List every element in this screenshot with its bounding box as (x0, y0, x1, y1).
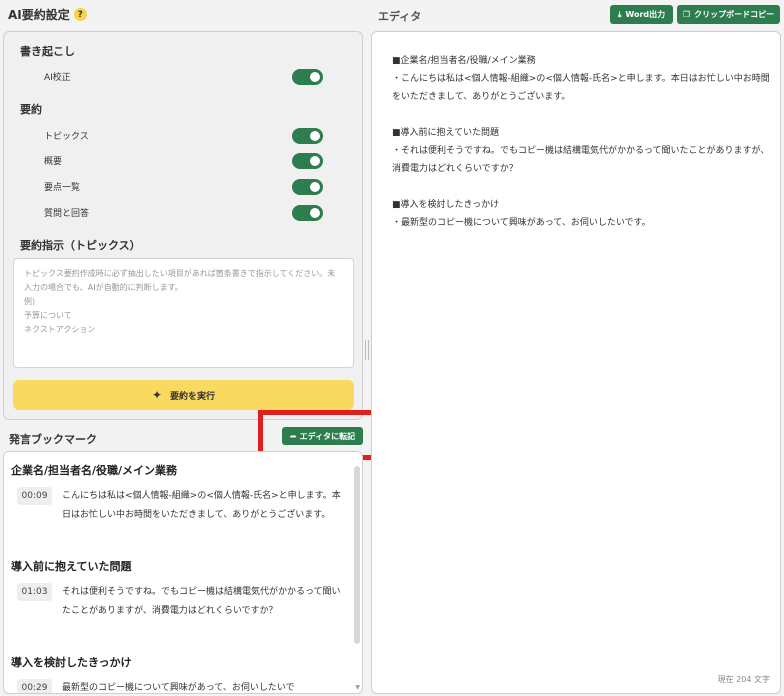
editor-panel[interactable]: ■企業名/担当者名/役職/メイン業務 ・こんにちは私は<個人情報-組織>の<個人… (371, 31, 781, 694)
toggle-knob (310, 72, 320, 82)
settings-title-text: AI要約設定 (8, 8, 70, 22)
summary-topics-label: トピックス (44, 132, 89, 142)
timestamp-badge[interactable]: 00:09 (17, 487, 52, 505)
bookmark-text: 最新型のコピー機について興味があって、お伺いしたいで (62, 683, 295, 693)
bookmark-heading: 導入を検討したきっかけ (11, 656, 132, 669)
magic-wand-icon: ✦ (151, 388, 163, 402)
toggle-knob (310, 156, 320, 166)
toggle-knob (310, 208, 320, 218)
toggle-knob (310, 182, 320, 192)
scroll-down-icon[interactable]: ▼ (355, 684, 360, 691)
instruction-textarea[interactable]: トピックス要約作成時に必ず抽出したい項目があれば箇条書きで指示してください。未入… (13, 258, 354, 368)
clipboard-copy-label: クリップボードコピー (694, 10, 775, 19)
scrollbar[interactable]: ▼ (353, 456, 360, 691)
bookmark-entry[interactable]: 01:03 それは便利そうですね。でもコピー機は結構電気代がかかるって聞いたこと… (11, 583, 351, 621)
bookmark-section: 導入を検討したきっかけ 00:29 最新型のコピー機について興味があって、お伺い… (11, 654, 351, 693)
settings-title: AI要約設定 ? (8, 6, 87, 23)
bookmarks-title: 発言ブックマーク (9, 433, 97, 446)
bookmark-entry[interactable]: 00:09 こんにちは私は<個人情報-組織>の<個人情報-氏名>と申します。本日… (11, 487, 351, 525)
run-summary-label: 要約を実行 (170, 391, 216, 402)
ai-proofread-toggle[interactable] (292, 69, 323, 85)
copy-icon: ❐ (682, 10, 691, 19)
bookmark-section: 企業名/担当者名/役職/メイン業務 00:09 こんにちは私は<個人情報-組織>… (11, 462, 351, 525)
timestamp-badge[interactable]: 00:29 (17, 679, 52, 693)
summary-keypoints-toggle[interactable] (292, 179, 323, 195)
summary-overview-label: 概要 (44, 157, 63, 167)
word-export-label: Word出力 (625, 10, 666, 19)
bookmark-text: それは便利そうですね。でもコピー機は結構電気代がかかるって聞いたことがありますが… (62, 587, 341, 616)
panel-resize-handle[interactable] (365, 340, 369, 360)
help-icon[interactable]: ? (73, 8, 87, 21)
bookmark-list: 企業名/担当者名/役職/メイン業務 00:09 こんにちは私は<個人情報-組織>… (3, 451, 363, 694)
bookmark-section: 導入前に抱えていた問題 01:03 それは便利そうですね。でもコピー機は結構電気… (11, 558, 351, 621)
summary-qa-label: 質問と回答 (44, 209, 90, 219)
bookmark-heading: 導入前に抱えていた問題 (11, 560, 132, 573)
transcription-heading: 書き起こし (20, 45, 75, 58)
summary-qa-toggle[interactable] (292, 205, 323, 221)
timestamp-badge[interactable]: 01:03 (17, 583, 52, 601)
editor-content[interactable]: ■企業名/担当者名/役職/メイン業務 ・こんにちは私は<個人情報-組織>の<個人… (392, 52, 770, 232)
summary-overview-toggle[interactable] (292, 153, 323, 169)
bookmark-entry[interactable]: 00:29 最新型のコピー機について興味があって、お伺いしたいで (11, 679, 351, 693)
scrollbar-thumb[interactable] (354, 466, 360, 644)
summary-topics-toggle[interactable] (292, 128, 323, 144)
download-icon: ⤓ (617, 9, 622, 19)
editor-title: エディタ (378, 10, 422, 23)
clipboard-copy-button[interactable]: ❐ クリップボードコピー (677, 5, 780, 24)
bookmark-heading: 企業名/担当者名/役職/メイン業務 (11, 464, 178, 477)
word-export-button[interactable]: ⤓ Word出力 (610, 5, 673, 24)
instruction-heading: 要約指示（トピックス） (20, 239, 141, 252)
bookmark-text: こんにちは私は<個人情報-組織>の<個人情報-氏名>と申します。本日はお忙しい中… (62, 491, 341, 520)
settings-panel: 書き起こし AI校正 要約 トピックス 概要 要点一覧 質問と回答 要約指示（ト… (3, 31, 363, 420)
char-count: 現在 204 文字 (717, 675, 770, 684)
toggle-knob (310, 131, 320, 141)
summary-keypoints-label: 要点一覧 (44, 183, 81, 193)
ai-proofread-label: AI校正 (44, 73, 71, 83)
run-summary-button[interactable]: ✦ 要約を実行 (13, 380, 354, 410)
summary-heading: 要約 (20, 103, 42, 116)
